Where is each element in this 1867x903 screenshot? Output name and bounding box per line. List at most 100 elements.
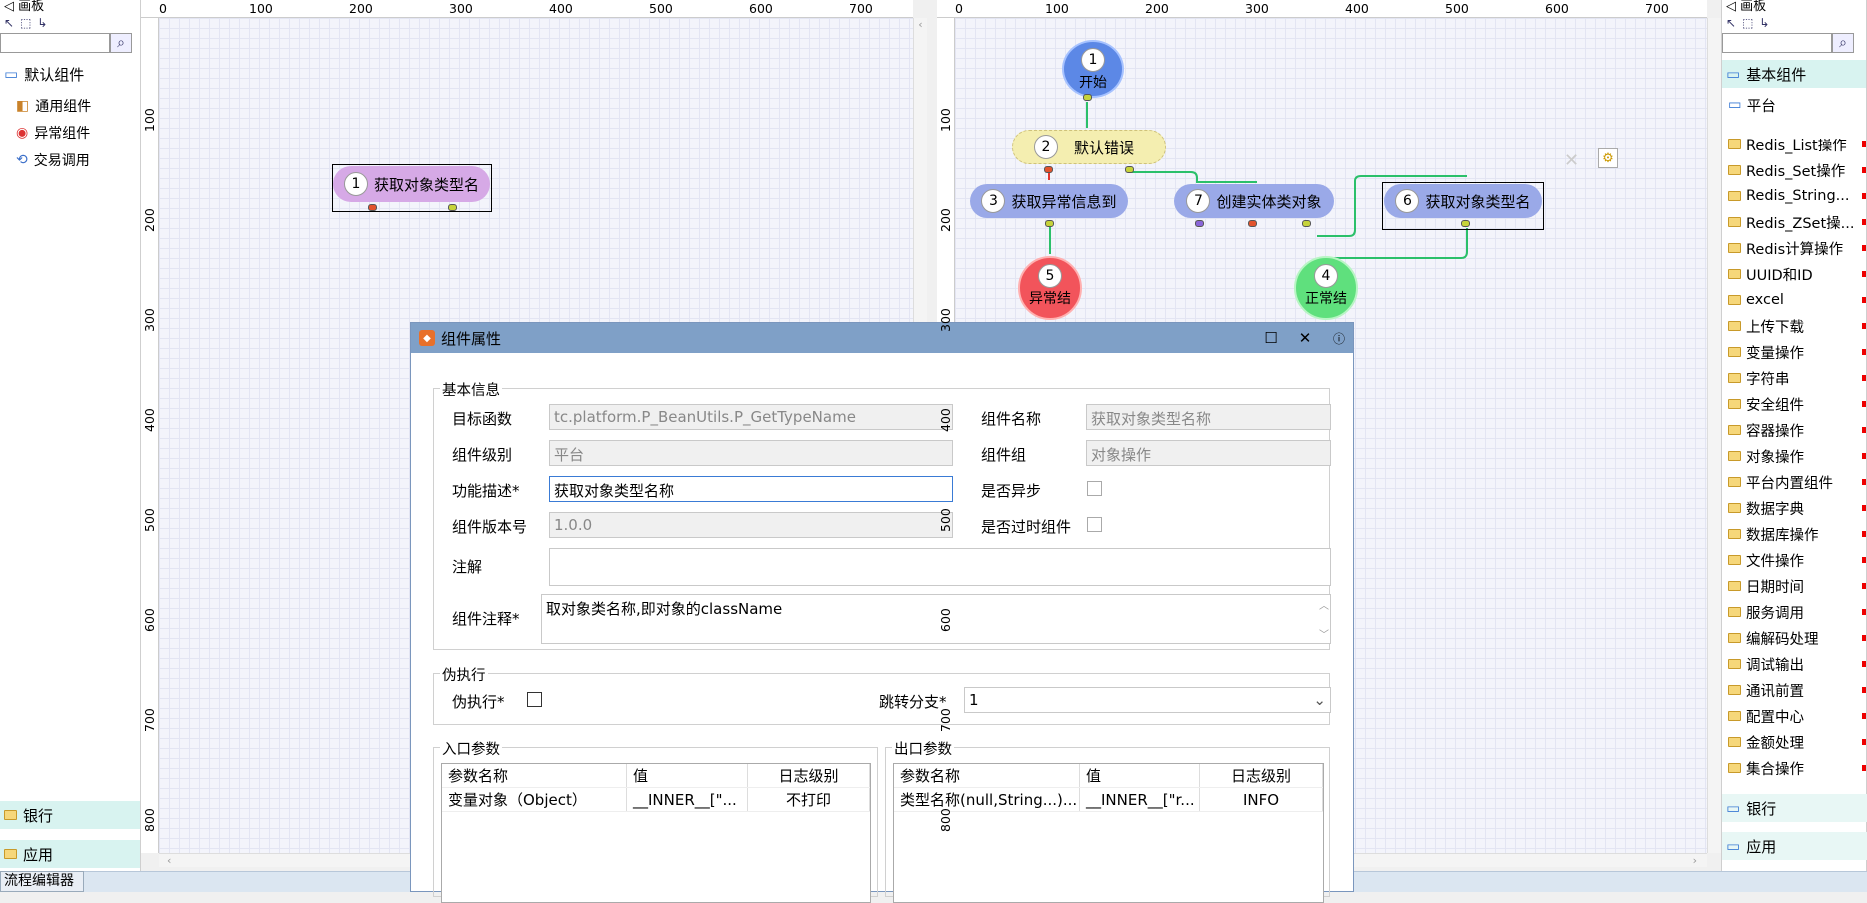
create-pin-a[interactable] <box>1195 220 1204 227</box>
error-out-pin[interactable] <box>1044 166 1053 173</box>
table-row[interactable]: 变量对象（Object） __INNER__["... 不打印 <box>442 788 870 812</box>
right-drawer-basic[interactable]: ▭ 基本组件 <box>1722 60 1866 88</box>
create-pin-c[interactable] <box>1302 220 1311 227</box>
left-search-input[interactable] <box>0 33 110 53</box>
connection-tool-icon[interactable]: ↳ <box>37 16 47 30</box>
help-icon[interactable]: ⓘ <box>1325 330 1353 347</box>
folder-icon <box>1728 139 1741 149</box>
flow-editor-tab[interactable]: 流程编辑器 <box>0 871 84 892</box>
table-row[interactable]: 类型名称(null,String...)... __INNER__["r... … <box>894 788 1323 812</box>
create-entity-node[interactable]: 7 创建实体类对象 <box>1174 184 1334 218</box>
close-icon[interactable]: ✕ <box>1291 329 1319 347</box>
settings-gear-icon[interactable]: ⚙ <box>1598 148 1618 168</box>
start-node[interactable]: 1 开始 <box>1062 40 1124 98</box>
right-palette-item[interactable]: 配置中心 <box>1722 703 1867 729</box>
right-palette-item[interactable]: UUID和ID <box>1722 261 1867 287</box>
select-tool-icon[interactable]: ↖ <box>4 16 14 30</box>
right-palette-item[interactable]: 字符串 <box>1722 365 1867 391</box>
level-field[interactable]: 平台 <box>549 440 953 466</box>
right-palette-item[interactable]: 编解码处理 <box>1722 625 1867 651</box>
start-out-pin[interactable] <box>1083 94 1092 101</box>
right-palette-item[interactable]: 文件操作 <box>1722 547 1867 573</box>
branch-label: 跳转分支* <box>879 693 947 711</box>
right-drawer-bank[interactable]: ▭ 银行 <box>1722 794 1867 822</box>
version-field[interactable]: 1.0.0 <box>549 512 953 538</box>
close-x-icon[interactable]: ✕ <box>1564 150 1579 171</box>
chevron-down-icon: ⌄ <box>1313 691 1326 709</box>
right-palette-item[interactable]: Redis_Set操作 <box>1722 157 1867 183</box>
right-palette-item[interactable]: 容器操作 <box>1722 417 1867 443</box>
right-palette-item[interactable]: 对象操作 <box>1722 443 1867 469</box>
create-pin-b[interactable] <box>1248 220 1257 227</box>
comment-scroll-up-icon[interactable]: ︿ <box>1319 597 1329 612</box>
branch-select[interactable]: 1 ⌄ <box>964 687 1331 713</box>
pseudo-checkbox[interactable] <box>527 692 542 707</box>
left-item-transaction[interactable]: ⟲ 交易调用 <box>0 146 140 173</box>
right-search-icon[interactable]: ⌕ <box>1832 33 1854 53</box>
desc-input[interactable]: 获取对象类型名称 <box>549 476 953 502</box>
red-marker-icon <box>1862 427 1866 433</box>
left-drawer-bank[interactable]: 银行 <box>0 801 140 829</box>
left-item-exception[interactable]: ◉ 异常组件 <box>0 119 140 146</box>
comp-name-field[interactable]: 获取对象类型名称 <box>1086 404 1331 430</box>
normal-end-node[interactable]: 4 正常结 <box>1294 256 1358 320</box>
right-drawer-app[interactable]: ▭ 应用 <box>1722 832 1867 860</box>
deprecated-checkbox[interactable] <box>1087 517 1102 532</box>
right-palette-item[interactable]: Redis_List操作 <box>1722 139 1867 157</box>
get-type-name-node[interactable]: 6 获取对象类型名 <box>1384 184 1542 218</box>
marquee-tool-icon[interactable]: ⬚ <box>20 16 31 30</box>
right-palette-item[interactable]: 日期时间 <box>1722 573 1867 599</box>
right-palette-item[interactable]: Redis_String... <box>1722 183 1867 209</box>
ruler-tick-label: 600 <box>938 608 953 632</box>
folder-icon <box>1728 607 1741 617</box>
left-item-general[interactable]: ◧ 通用组件 <box>0 92 140 119</box>
connection-tool-icon[interactable]: ↳ <box>1759 16 1769 30</box>
dialog-titlebar[interactable]: ◆ 组件属性 ☐ ✕ ⓘ <box>411 323 1353 353</box>
default-error-node[interactable]: 2 默认错误 <box>1012 130 1166 164</box>
left-search-icon[interactable]: ⌕ <box>110 33 132 53</box>
left-drawer-app[interactable]: 应用 <box>0 840 140 868</box>
maximize-icon[interactable]: ☐ <box>1257 329 1285 347</box>
success-out-pin[interactable] <box>1125 166 1134 173</box>
node-label: 异常结 <box>1029 291 1071 307</box>
note-input[interactable] <box>549 548 1331 586</box>
collapse-arrow-icon[interactable]: ◁ <box>1726 0 1740 14</box>
left-node-get-type-name[interactable]: 1 获取对象类型名 <box>333 166 490 202</box>
left-drawer-bank-label: 银行 <box>23 806 54 825</box>
right-palette-item[interactable]: Redis_ZSet操... <box>1722 209 1867 235</box>
right-palette-item[interactable]: excel <box>1722 287 1867 313</box>
desc-label: 功能描述* <box>452 482 520 500</box>
right-palette-item[interactable]: 调试输出 <box>1722 651 1867 677</box>
right-search-input[interactable] <box>1722 33 1832 53</box>
right-palette-item[interactable]: 金额处理 <box>1722 729 1867 755</box>
comp-group-field[interactable]: 对象操作 <box>1086 440 1331 466</box>
right-palette-item[interactable]: 通讯前置 <box>1722 677 1867 703</box>
async-checkbox[interactable] <box>1087 481 1102 496</box>
comment-textarea[interactable]: 取对象类名称,即对象的className <box>541 594 1331 644</box>
exception-end-node[interactable]: 5 异常结 <box>1018 256 1082 320</box>
comment-scroll-down-icon[interactable]: ﹀ <box>1319 626 1329 641</box>
right-palette-item[interactable]: 集合操作 <box>1722 755 1867 779</box>
gettype-out-pin[interactable] <box>1461 220 1470 227</box>
right-palette-item[interactable]: 变量操作 <box>1722 339 1867 365</box>
select-tool-icon[interactable]: ↖ <box>1726 16 1736 30</box>
right-platform-header[interactable]: ▭ 平台 <box>1722 94 1866 116</box>
right-palette-item[interactable]: Redis计算操作 <box>1722 235 1867 261</box>
collapse-arrow-icon[interactable]: ◁ <box>4 0 18 14</box>
success-pin[interactable] <box>448 204 457 211</box>
getinfo-out-pin[interactable] <box>1045 220 1054 227</box>
right-v-scrollbar[interactable] <box>1707 18 1721 853</box>
target-func-field[interactable]: tc.platform.P_BeanUtils.P_GetTypeName <box>549 404 953 430</box>
red-marker-icon <box>1862 557 1866 563</box>
right-palette-item[interactable]: 平台内置组件 <box>1722 469 1867 495</box>
marquee-tool-icon[interactable]: ⬚ <box>1742 16 1753 30</box>
error-pin[interactable] <box>368 204 377 211</box>
right-palette-item[interactable]: 数据字典 <box>1722 495 1867 521</box>
get-exception-node[interactable]: 3 获取异常信息到 <box>970 184 1128 218</box>
right-palette-item[interactable]: 数据库操作 <box>1722 521 1867 547</box>
right-palette-item[interactable]: 上传下载 <box>1722 313 1867 339</box>
left-drawer-default[interactable]: ▭ 默认组件 <box>0 60 140 88</box>
red-marker-icon <box>1862 323 1866 329</box>
right-palette-item[interactable]: 安全组件 <box>1722 391 1867 417</box>
right-palette-item[interactable]: 服务调用 <box>1722 599 1867 625</box>
